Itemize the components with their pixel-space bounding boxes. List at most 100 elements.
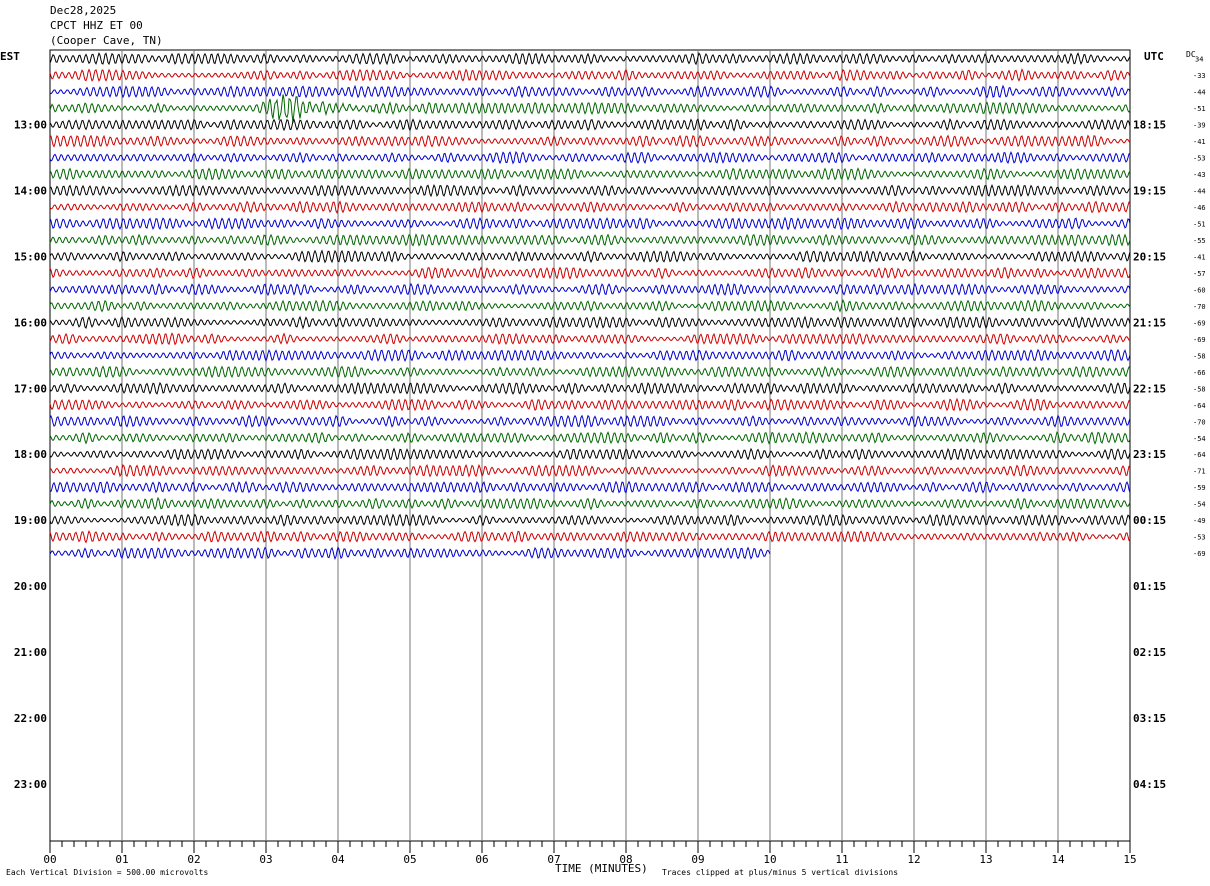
x-tick-label: 01: [115, 853, 128, 866]
x-tick-label: 04: [331, 853, 345, 866]
seismic-trace: [49, 68, 1131, 83]
dc-offset-label: -53: [1193, 534, 1206, 542]
grid-lines: [49, 49, 1131, 842]
est-hour-label: 19:00: [14, 514, 47, 527]
dc-offset-label: -53: [1193, 155, 1206, 163]
dc-offset-label: -51: [1193, 221, 1206, 229]
seismic-trace: [49, 496, 1131, 511]
utc-hour-label: 23:15: [1133, 448, 1166, 461]
x-tick-label: 00: [43, 853, 56, 866]
utc-hour-label: 02:15: [1133, 646, 1166, 659]
dc-label: DC: [1186, 50, 1196, 59]
est-hour-label: 20:00: [14, 580, 47, 593]
dc-offset-label: -58: [1193, 385, 1206, 393]
utc-hour-label: 22:15: [1133, 382, 1166, 395]
seismic-trace: [49, 381, 1131, 396]
seismic-trace: [49, 84, 1131, 99]
dc-offset-label: -44: [1193, 188, 1206, 196]
seismic-trace: [49, 167, 1131, 181]
utc-hour-label: 21:15: [1133, 316, 1166, 329]
x-tick-label: 06: [475, 853, 488, 866]
seismic-trace: [49, 200, 1131, 214]
utc-hour-label: 01:15: [1133, 580, 1166, 593]
est-hour-label: 22:00: [14, 712, 47, 725]
trace-group: [49, 52, 1131, 560]
dc-offset-label: -70: [1193, 303, 1206, 311]
seismic-trace: [49, 529, 1131, 544]
seismic-trace: [49, 480, 1131, 494]
est-hour-label: 18:00: [14, 448, 47, 461]
est-hour-label: 13:00: [14, 119, 47, 132]
x-tick-label: 13: [979, 853, 992, 866]
seismic-trace: [49, 348, 1131, 363]
dc-offset-label: -57: [1193, 270, 1206, 278]
x-tick-label: 14: [1051, 853, 1065, 866]
dc-offset-label: -59: [1193, 484, 1206, 492]
dc-offset-label: -51: [1193, 105, 1206, 113]
dc-offset-label: -66: [1193, 369, 1206, 377]
est-hour-label: 15:00: [14, 250, 47, 263]
seismic-trace: [49, 52, 1131, 66]
seismic-trace: [49, 463, 1131, 478]
seismic-trace: [49, 249, 1131, 264]
seismic-trace: [49, 183, 1131, 198]
x-axis-title: TIME (MINUTES): [555, 862, 648, 875]
seismic-trace: [49, 151, 1131, 165]
seismic-trace: [49, 266, 1131, 280]
x-tick-label: 02: [187, 853, 200, 866]
dc-offset-label: -44: [1193, 89, 1206, 97]
utc-hour-label: 18:15: [1133, 119, 1166, 132]
x-tick-label: 12: [907, 853, 920, 866]
seismic-trace: [49, 430, 1131, 445]
est-tick-labels: 13:00 14:00 15:00 16:00 17:00 18:00 19:00 20:00…: [14, 119, 47, 791]
dc-offset-label: -71: [1193, 468, 1206, 476]
dc-offset-labels: 34 -33 -44 -51 -39 -41 -53 -43 -44 -46 -51 -55 -41 -5…: [1193, 56, 1206, 558]
dc-offset-label: -55: [1193, 237, 1206, 245]
est-hour-label: 21:00: [14, 646, 47, 659]
utc-tick-labels: 18:15 19:15 20:15 21:15 22:15 23:15 00:15 01:15…: [1133, 119, 1166, 791]
dc-offset-label: -39: [1193, 122, 1206, 130]
seismic-trace: [49, 134, 1131, 148]
x-tick-label: 05: [403, 853, 416, 866]
seismic-trace: [49, 414, 1131, 429]
utc-hour-label: 04:15: [1133, 778, 1166, 791]
dc-offset-label: -54: [1193, 501, 1206, 509]
seismic-trace: [49, 118, 1131, 132]
est-hour-label: 23:00: [14, 778, 47, 791]
seismic-trace: [49, 315, 1131, 330]
seismic-trace: [49, 233, 1131, 247]
x-tick-label: 10: [763, 853, 776, 866]
dc-offset-label: -64: [1193, 451, 1206, 459]
seismic-trace: [49, 397, 1131, 412]
seismic-trace: [49, 282, 1131, 297]
dc-offset-label: -70: [1193, 418, 1206, 426]
seismic-trace: [49, 94, 1131, 123]
dc-offset-label: -60: [1193, 286, 1206, 294]
seismic-trace: [49, 332, 1131, 346]
est-hour-label: 14:00: [14, 185, 47, 198]
dc-offset-label: -58: [1193, 352, 1206, 360]
dc-offset-label: -49: [1193, 517, 1206, 525]
utc-hour-label: 20:15: [1133, 250, 1166, 263]
seismic-trace: [49, 447, 1131, 461]
dc-offset-label: -41: [1193, 253, 1206, 261]
seismic-trace: [49, 513, 1131, 527]
seismic-trace: [49, 216, 1131, 231]
utc-hour-label: 19:15: [1133, 185, 1166, 198]
dc-offset-label: -69: [1193, 550, 1206, 558]
seismic-trace: [49, 365, 1131, 379]
clip-note: Traces clipped at plus/minus 5 vertical …: [662, 868, 899, 877]
est-hour-label: 16:00: [14, 316, 47, 329]
x-tick-label: 03: [259, 853, 272, 866]
utc-hour-label: 03:15: [1133, 712, 1166, 725]
dc-offset-label: -54: [1193, 435, 1206, 443]
dc-offset-label: -43: [1193, 171, 1206, 179]
dc-offset-label: -69: [1193, 319, 1206, 327]
plot-frame: [49, 49, 1131, 842]
est-hour-label: 17:00: [14, 382, 47, 395]
scale-note: Each Vertical Division = 500.00 microvol…: [6, 868, 209, 877]
seismic-trace: [49, 298, 1131, 313]
helicorder-plot: 13:00 14:00 15:00 16:00 17:00 18:00 19:00 20:00…: [14, 49, 1206, 866]
dc-offset-label: -69: [1193, 336, 1206, 344]
x-tick-label: 15: [1123, 853, 1136, 866]
